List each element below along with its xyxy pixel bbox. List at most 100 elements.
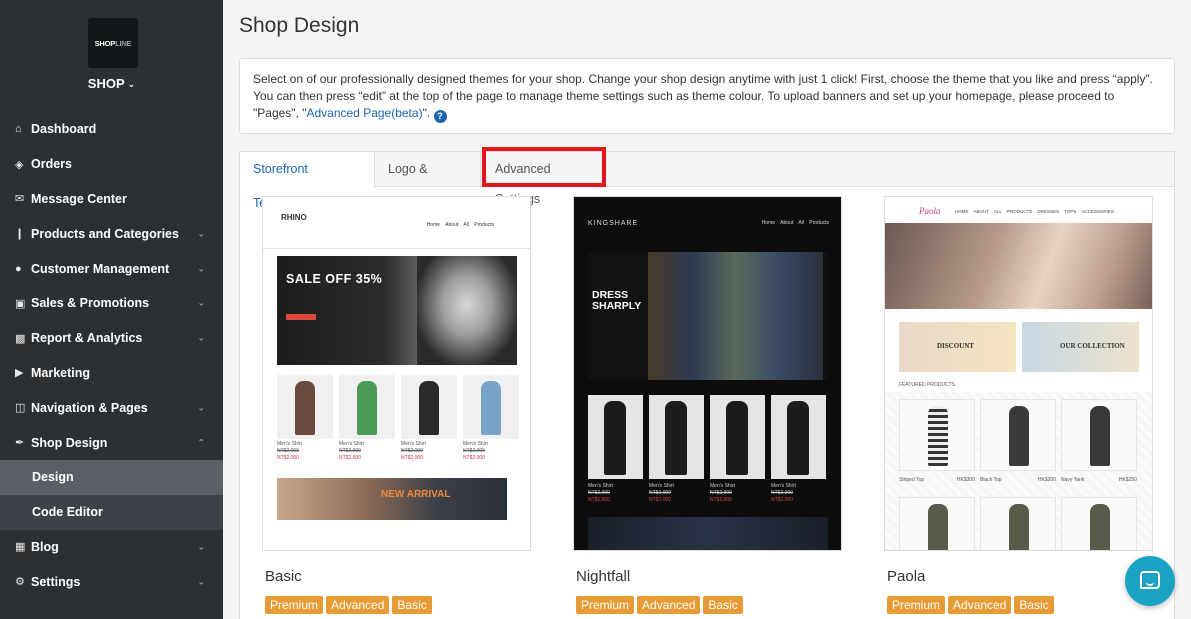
sidebar-item-orders[interactable]: ◈ Orders <box>0 147 223 182</box>
product-caption: Men's Shirt NT$2,000 NT$2,000 <box>649 483 704 504</box>
logo-text: SHOPLINE <box>95 39 132 48</box>
theme-preview[interactable]: Paola HOME ABOUT ALL PRODUCTS DRESSES TO… <box>884 196 1153 551</box>
product-price: HK$200 <box>1037 477 1056 483</box>
product-price: NT$2,000 <box>277 455 299 461</box>
theme-panel: Storefront Template Logo & Favicon Advan… <box>239 147 1175 619</box>
product-photo <box>339 375 395 439</box>
home-icon: ⌂ <box>15 123 22 136</box>
preview-banner <box>588 517 828 550</box>
theme-preview[interactable]: KINGSHARE Home About All Products DRESS S… <box>573 196 842 551</box>
product-price: NT$2,000 <box>771 497 793 503</box>
sidebar-item-shop-design[interactable]: ✒ Shop Design ⌃ <box>0 425 223 460</box>
theme-preview[interactable]: RHINO Home About All Products SALE OFF 3… <box>262 196 531 551</box>
preview-products <box>277 375 519 439</box>
tab-logo-favicon[interactable]: Logo & Favicon <box>375 152 481 210</box>
shop-label: SHOP <box>87 76 125 91</box>
product-photo <box>899 497 975 550</box>
sidebar-subitem-code-editor[interactable]: Code Editor <box>0 494 223 530</box>
sidebar-subitem-design[interactable]: Design <box>0 459 223 495</box>
preview-banner: NEW ARRIVAL <box>277 478 507 520</box>
chevron-down-icon: ⌄ <box>197 332 205 343</box>
hero-line: SHARPLY <box>592 300 642 312</box>
tab-advanced-settings[interactable]: Advanced Settings <box>482 147 606 206</box>
product-caption: Navy Tank HK$250 <box>1061 477 1137 483</box>
help-icon[interactable]: ? <box>433 110 447 123</box>
chevron-down-icon: ⌄ <box>127 79 136 89</box>
product-old-price: NT$2,000 <box>401 448 423 454</box>
product-price: HK$300 <box>956 477 975 483</box>
sidebar-item-label: Navigation & Pages <box>31 400 148 415</box>
logo-main: SHOP <box>94 38 116 48</box>
preview-hero: DRESS SHARPLY <box>588 252 828 380</box>
product-old-price: NT$2,000 <box>588 490 610 496</box>
product-caption: Men's Shirt NT$2,000 NT$2,000 <box>277 441 333 462</box>
money-icon: ▣ <box>15 297 26 310</box>
sidebar-item-label: Code Editor <box>32 505 103 520</box>
sidebar-item-customer-management[interactable]: ● Customer Management ⌄ <box>0 251 223 286</box>
product-name: Men's Shirt <box>401 441 426 447</box>
preview-logo: KINGSHARE <box>588 220 639 227</box>
preview-captions: Men's Shirt NT$2,000 NT$2,000 Men's Shirt N… <box>277 441 519 462</box>
preview-header: RHINO Home About All Products <box>263 197 530 249</box>
preview-products <box>899 399 1137 471</box>
tab-storefront-template[interactable]: Storefront Template <box>240 152 375 210</box>
preview-menu: HOME ABOUT ALL PRODUCTS DRESSES TOPS ACC… <box>955 209 1114 214</box>
chevron-up-icon: ⌃ <box>197 437 205 448</box>
product-photo <box>649 395 704 479</box>
product-name: Striped Top <box>899 477 925 483</box>
product-name: Black Top <box>980 477 1002 483</box>
tag-premium: Premium <box>887 596 946 614</box>
product-old-price: NT$2,000 <box>277 448 299 454</box>
preview-banner: OUR COLLECTION <box>1022 322 1139 372</box>
sitemap-icon: ◫ <box>15 402 26 415</box>
product-caption: Black Top HK$200 <box>980 477 1056 483</box>
sidebar-item-label: Products and Categories <box>31 226 179 241</box>
sidebar-item-message-center[interactable]: ✉ Message Center <box>0 182 223 217</box>
sidebar-item-label: Shop Design <box>31 435 108 450</box>
sidebar-item-settings[interactable]: ⚙ Settings ⌄ <box>0 564 223 599</box>
product-photo <box>463 375 519 439</box>
preview-logo: RHINO <box>281 213 307 222</box>
theme-tags: Premium Advanced Basic <box>576 596 743 614</box>
sidebar-item-label: Blog <box>31 539 59 554</box>
sidebar: SHOPLINE SHOP ⌄ ⌂ Dashboard ◈ Orders ✉ Messa… <box>0 0 223 619</box>
product-old-price: NT$2,000 <box>710 490 732 496</box>
theme-name: Nightfall <box>576 568 631 585</box>
theme-tags: Premium Advanced Basic <box>265 596 432 614</box>
product-photo <box>277 375 333 439</box>
sidebar-item-marketing[interactable]: ▶ Marketing <box>0 356 223 391</box>
info-text-end: ". <box>422 106 431 120</box>
preview-captions: Striped Top HK$300 Black Top HK$200 Navy T… <box>899 477 1137 483</box>
preview-banner-text: OUR COLLECTION <box>1060 342 1125 350</box>
paint-brush-icon: ✒ <box>15 437 25 450</box>
tag-premium: Premium <box>576 596 635 614</box>
chevron-down-icon: ⌄ <box>197 576 205 587</box>
preview-hero-title: SALE OFF 35% <box>286 272 383 286</box>
chevron-down-icon: ⌄ <box>197 263 205 274</box>
product-name: Men's Shirt <box>277 441 302 447</box>
product-photo <box>588 395 643 479</box>
model-photo <box>417 256 517 365</box>
advanced-page-link[interactable]: Advanced Page(beta) <box>306 106 422 120</box>
chevron-down-icon: ⌄ <box>197 228 205 239</box>
sidebar-item-report-analytics[interactable]: ▩ Report & Analytics ⌄ <box>0 321 223 356</box>
product-photo <box>401 375 457 439</box>
sidebar-item-products-categories[interactable]: ❙ Products and Categories ⌄ <box>0 216 223 251</box>
chat-button[interactable] <box>1125 556 1175 606</box>
product-name: Men's Shirt <box>649 483 674 489</box>
product-name: Men's Shirt <box>463 441 488 447</box>
product-photo <box>1061 399 1137 471</box>
shopline-logo[interactable]: SHOPLINE <box>88 18 138 68</box>
tag-icon: ◈ <box>15 158 24 171</box>
shop-switcher[interactable]: SHOP ⌄ <box>0 76 223 91</box>
preview-hero: SALE OFF 35% <box>277 256 517 365</box>
sidebar-item-navigation-pages[interactable]: ◫ Navigation & Pages ⌄ <box>0 390 223 425</box>
theme-tags: Premium Advanced Basic <box>887 596 1054 614</box>
sidebar-item-blog[interactable]: ▦ Blog ⌄ <box>0 530 223 565</box>
bullhorn-icon: ▶ <box>15 367 24 380</box>
sidebar-item-sales-promotions[interactable]: ▣ Sales & Promotions ⌄ <box>0 286 223 321</box>
product-photo <box>771 395 826 479</box>
preview-hero <box>885 223 1152 309</box>
tag-advanced: Advanced <box>326 596 390 614</box>
sidebar-item-dashboard[interactable]: ⌂ Dashboard <box>0 112 223 147</box>
